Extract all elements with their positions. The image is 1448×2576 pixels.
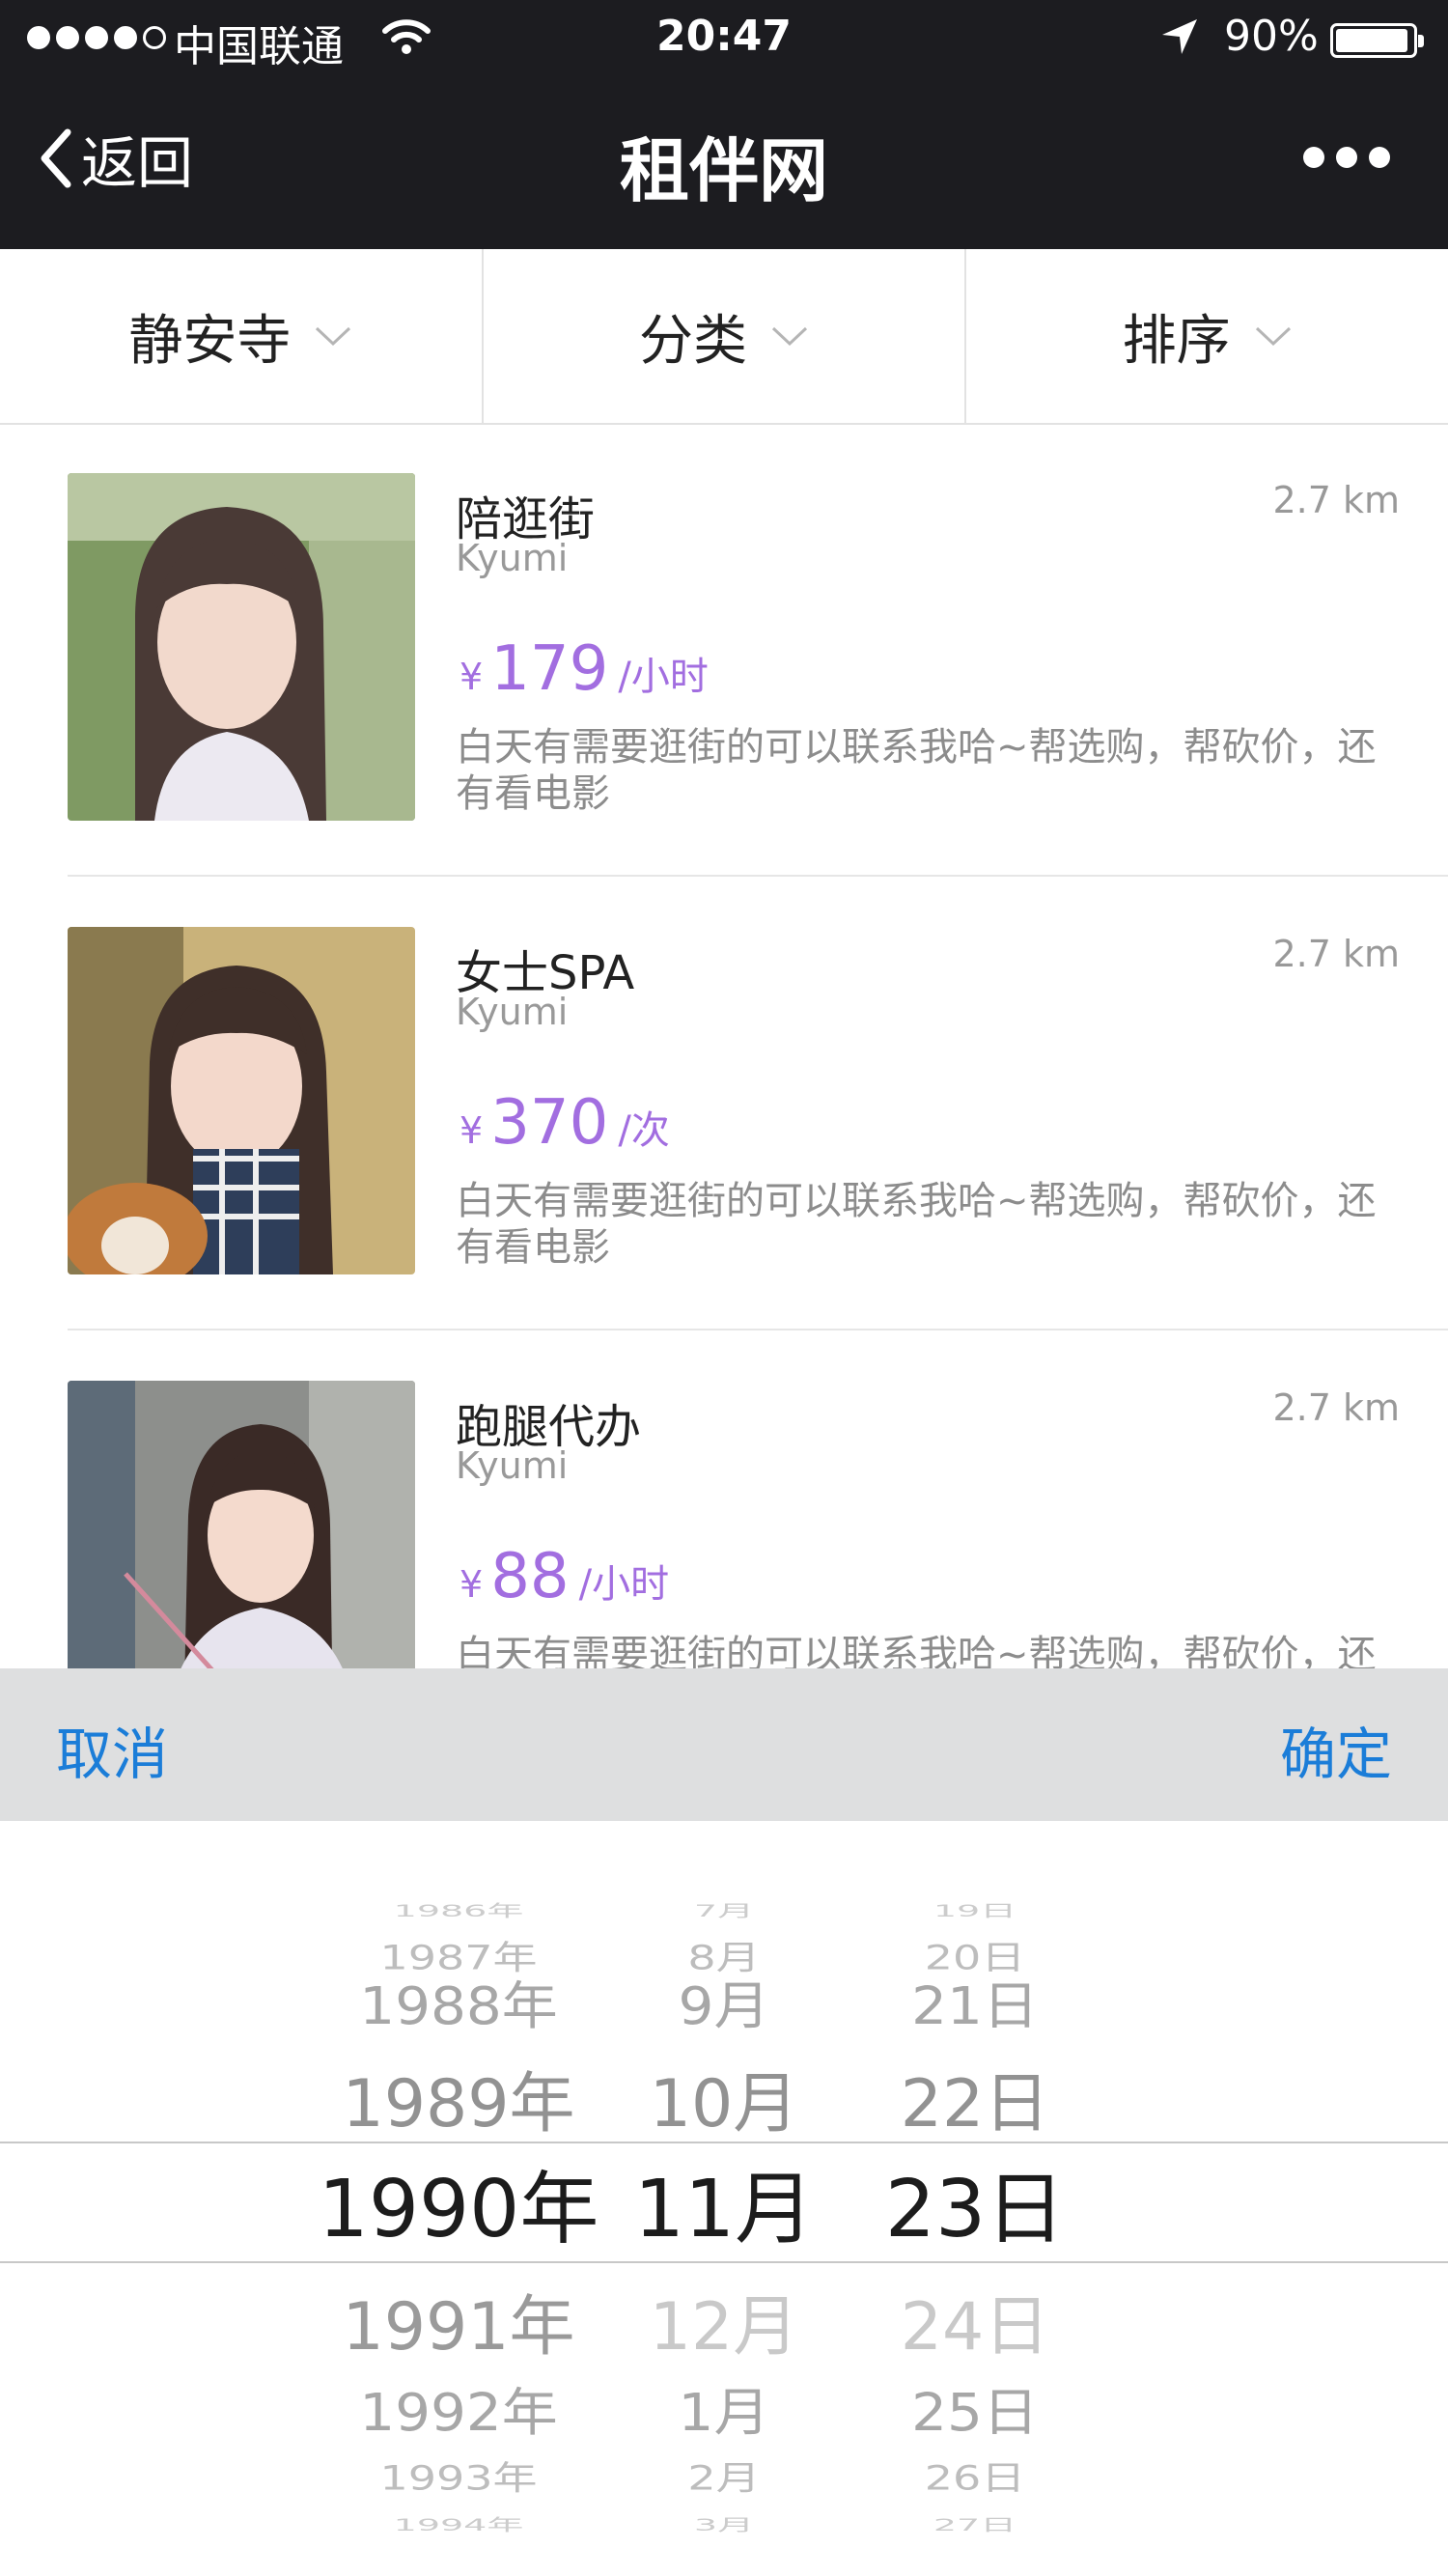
month-option[interactable]: 7月: [623, 1897, 825, 1921]
year-option[interactable]: 1991年: [299, 2273, 618, 2368]
month-option[interactable]: 2月: [623, 2451, 825, 2500]
listing-distance: 2.7 km: [1272, 479, 1400, 521]
price-value: 179: [490, 633, 609, 705]
month-option[interactable]: 1月: [623, 2370, 825, 2445]
year-wheel[interactable]: 1986年 1987年 1988年 1989年 1990年 1991年 1992…: [299, 1821, 618, 2576]
day-option[interactable]: 24日: [859, 2273, 1091, 2368]
year-option[interactable]: 1989年: [299, 2050, 618, 2145]
list-item[interactable]: 陪逛街 Kyumi 2.7 km ¥ 179 /小时 白天有需要逛街的可以联系我…: [0, 423, 1448, 877]
listing-user: Kyumi: [456, 991, 569, 1033]
day-option[interactable]: 22日: [859, 2050, 1091, 2145]
list-item[interactable]: 跑腿代办 Kyumi 2.7 km ¥ 88 /小时 白天有需要逛街的可以联系我…: [0, 1330, 1448, 1668]
day-option[interactable]: 19日: [859, 1897, 1091, 1921]
page-title: 租伴网: [619, 130, 828, 211]
price-unit: /小时: [578, 1562, 670, 1607]
listing-distance: 2.7 km: [1272, 933, 1400, 975]
price-unit: /次: [618, 1108, 670, 1153]
day-option[interactable]: 25日: [859, 2370, 1091, 2445]
filter-location[interactable]: 静安寺: [0, 249, 484, 423]
price-value: 370: [490, 1087, 609, 1159]
avatar: [68, 927, 415, 1274]
listing-description: 白天有需要逛街的可以联系我哈~帮选购，帮砍价，还有看电影: [456, 1179, 1377, 1270]
day-option[interactable]: 26日: [859, 2451, 1091, 2500]
filter-label: 静安寺: [128, 309, 292, 373]
picker-toolbar: 取消 确定: [0, 1668, 1448, 1821]
listing-price: ¥ 179 /小时: [459, 633, 709, 705]
day-option[interactable]: 27日: [859, 2511, 1091, 2535]
day-option-selected[interactable]: 23日: [859, 2144, 1091, 2259]
currency-symbol: ¥: [459, 656, 484, 698]
year-option[interactable]: 1992年: [299, 2370, 618, 2445]
month-option-selected[interactable]: 11月: [623, 2144, 825, 2259]
listing-list: 陪逛街 Kyumi 2.7 km ¥ 179 /小时 白天有需要逛街的可以联系我…: [0, 423, 1448, 1668]
listing-price: ¥ 370 /次: [459, 1087, 670, 1159]
status-bar: 中国联通 20:47 90%: [0, 0, 1448, 77]
year-option[interactable]: 1993年: [299, 2451, 618, 2500]
location-arrow-icon: [1158, 15, 1201, 69]
filter-label: 分类: [639, 309, 747, 373]
listing-description: 白天有需要逛街的可以联系我哈~帮选购，帮砍价，还有看电影: [456, 725, 1377, 816]
battery-icon: [1330, 23, 1424, 58]
chevron-down-icon: [771, 326, 808, 347]
navigation-bar: 返回 租伴网: [0, 77, 1448, 249]
month-wheel[interactable]: 7月 8月 9月 10月 11月 12月 1月 2月 3月: [623, 1821, 825, 2576]
filter-label: 排序: [1122, 309, 1231, 373]
day-wheel[interactable]: 19日 20日 21日 22日 23日 24日 25日 26日 27日: [859, 1821, 1091, 2576]
filter-bar: 静安寺 分类 排序: [0, 249, 1448, 425]
date-picker[interactable]: 1986年 1987年 1988年 1989年 1990年 1991年 1992…: [0, 1821, 1448, 2576]
month-option[interactable]: 9月: [623, 1964, 825, 2038]
price-value: 88: [490, 1541, 570, 1612]
listing-user: Kyumi: [456, 537, 569, 579]
chevron-down-icon: [316, 326, 351, 347]
currency-symbol: ¥: [459, 1109, 484, 1152]
day-option[interactable]: 21日: [859, 1964, 1091, 2038]
more-options-icon[interactable]: [1303, 147, 1390, 168]
year-option[interactable]: 1986年: [299, 1897, 618, 1921]
confirm-button[interactable]: 确定: [1280, 1709, 1392, 1790]
listing-description: 白天有需要逛街的可以联系我哈~帮选购，帮砍价，还有看电影: [456, 1633, 1377, 1668]
top-bar: 中国联通 20:47 90% 返回 租伴网: [0, 0, 1448, 249]
year-option-selected[interactable]: 1990年: [299, 2144, 618, 2259]
currency-symbol: ¥: [459, 1563, 484, 1606]
year-option[interactable]: 1988年: [299, 1964, 618, 2038]
month-option[interactable]: 10月: [623, 2050, 825, 2145]
month-option[interactable]: 12月: [623, 2273, 825, 2368]
filter-sort[interactable]: 排序: [966, 249, 1448, 423]
month-option[interactable]: 3月: [623, 2511, 825, 2535]
battery-percentage: 90%: [1224, 12, 1319, 61]
avatar: [68, 1381, 415, 1668]
avatar: [68, 473, 415, 821]
list-item[interactable]: 女士SPA Kyumi 2.7 km ¥ 370 /次 白天有需要逛街的可以联系…: [0, 877, 1448, 1330]
year-option[interactable]: 1994年: [299, 2511, 618, 2535]
price-unit: /小时: [618, 655, 709, 699]
chevron-down-icon: [1255, 326, 1291, 347]
listing-price: ¥ 88 /小时: [459, 1541, 669, 1612]
listing-user: Kyumi: [456, 1444, 569, 1487]
cancel-button[interactable]: 取消: [56, 1709, 168, 1790]
listing-distance: 2.7 km: [1272, 1386, 1400, 1429]
filter-category[interactable]: 分类: [484, 249, 967, 423]
